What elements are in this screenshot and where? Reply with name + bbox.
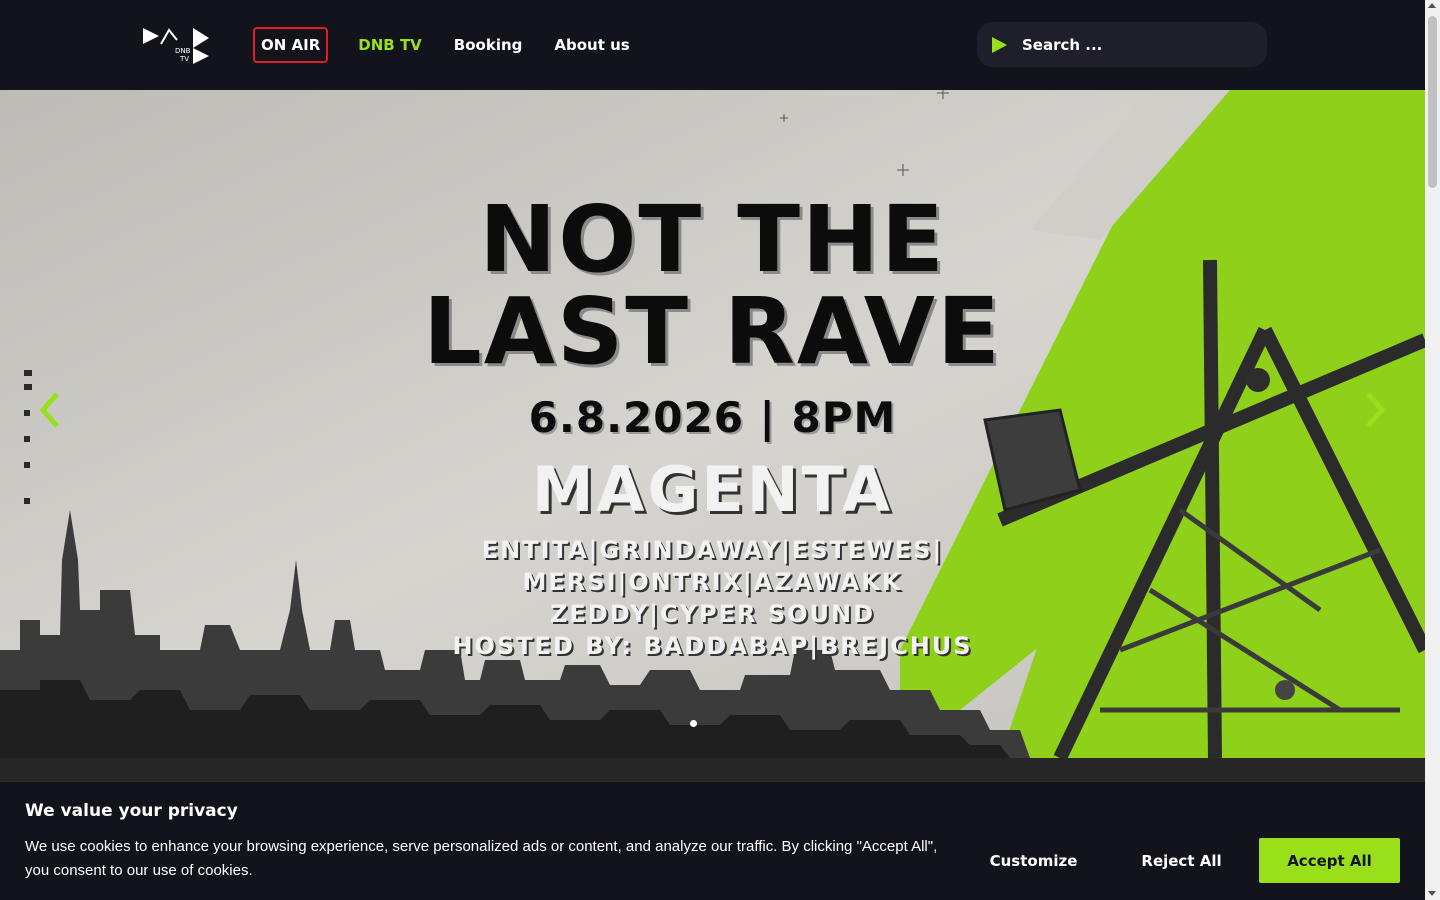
vertical-scrollbar[interactable]	[1425, 0, 1440, 900]
event-date: 6.8.2026 | 8PM	[528, 393, 897, 442]
scroll-thumb[interactable]	[1428, 16, 1437, 188]
dnb-tv-logo[interactable]: DNB TV	[141, 26, 211, 64]
slider-dot-active[interactable]	[690, 720, 697, 727]
play-icon[interactable]	[990, 36, 1008, 54]
nav-dnb-tv[interactable]: DNB TV	[358, 36, 422, 54]
nav-booking[interactable]: Booking	[454, 36, 523, 54]
scroll-up-arrow-icon[interactable]	[1428, 3, 1436, 8]
accept-all-button[interactable]: Accept All	[1259, 838, 1400, 883]
search-box[interactable]	[977, 22, 1267, 67]
cookie-title: We value your privacy	[25, 801, 238, 821]
cookie-text: We use cookies to enhance your browsing …	[25, 838, 938, 879]
poster-text: NOT THE LAST RAVE 6.8.2026 | 8PM MAGENTA…	[0, 90, 1425, 758]
cookie-banner: We value your privacy We use cookies to …	[0, 781, 1425, 900]
scroll-down-arrow-icon[interactable]	[1428, 891, 1436, 896]
site-header: DNB TV ON AIR DNB TV Booking About us	[0, 0, 1425, 90]
event-headliner: MAGENTA	[531, 453, 894, 526]
event-title-line-1: NOT THE	[479, 186, 946, 293]
customize-button[interactable]: Customize	[968, 838, 1099, 883]
nav-on-air[interactable]: ON AIR	[253, 27, 329, 63]
reject-all-button[interactable]: Reject All	[1116, 838, 1247, 883]
logo-text-dnb: DNB	[175, 47, 191, 55]
lineup-line-3: ZEDDY|CYPER SOUND	[549, 600, 876, 628]
main-nav: ON AIR DNB TV Booking About us	[253, 27, 630, 63]
chevron-left-icon[interactable]	[35, 390, 65, 430]
page: DNB TV ON AIR DNB TV Booking About us Se…	[0, 0, 1440, 900]
nav-about-us[interactable]: About us	[554, 36, 629, 54]
lineup-line-2: MERSI|ONTRIX|AZAWAKK	[522, 568, 903, 596]
lineup-line-4: HOSTED BY: BADDABAP|BREJCHUS	[452, 632, 973, 660]
lineup-line-1: ENTITA|GRINDAWAY|ESTEWES|	[481, 536, 944, 564]
hero-slider: NOT THE LAST RAVE 6.8.2026 | 8PM MAGENTA…	[0, 90, 1425, 758]
slider-pagination	[690, 720, 697, 727]
search-input[interactable]	[1022, 35, 1242, 54]
logo-text-tv: TV	[179, 55, 189, 63]
event-title-line-2: LAST RAVE	[423, 278, 1002, 385]
chevron-right-icon[interactable]	[1360, 390, 1390, 430]
